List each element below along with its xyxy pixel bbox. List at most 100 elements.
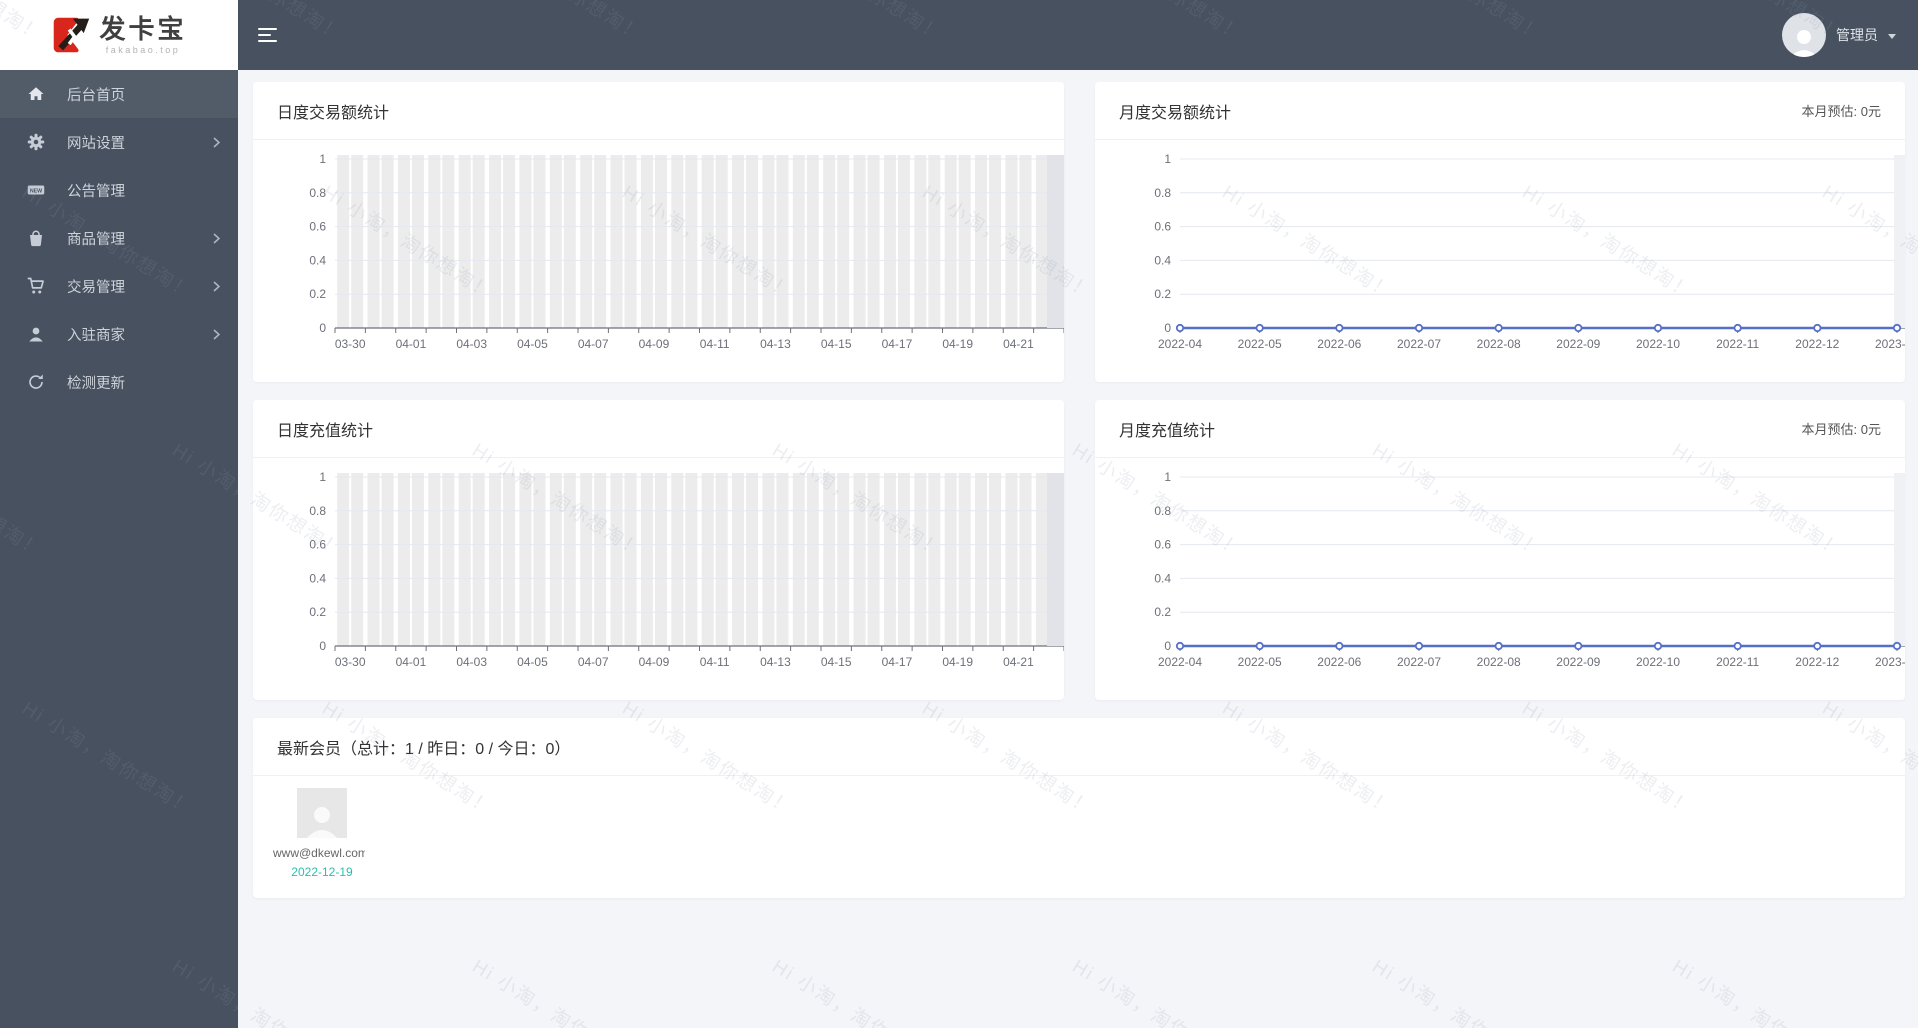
latest-members-card: 最新会员（总计：1 / 昨日：0 / 今日：0） www@dkewl.com 2… [253,718,1905,898]
daily-transaction-title: 日度交易额统计 [277,104,390,122]
sidebar-item-products[interactable]: 商品管理 [0,214,238,262]
svg-text:2022-09: 2022-09 [1556,337,1600,351]
daily-transaction-chart: 0 0.2 0.4 0.6 0.8 1 03-30 04-01 04-03 04-05 04-07 0… [309,152,1064,351]
sidebar-item-label: 后台首页 [67,87,125,104]
chevron-right-icon [213,136,220,148]
monthly-recharge-card: 月度充值统计 本月预估: 0元 0 0.2 0.4 0.6 0.8 1 2022-04 202… [1095,400,1905,700]
svg-text:2022-05: 2022-05 [1238,655,1282,669]
svg-text:0.8: 0.8 [309,186,326,200]
svg-text:1: 1 [1164,470,1171,484]
svg-text:2022-08: 2022-08 [1477,337,1521,351]
svg-text:0.2: 0.2 [309,287,326,301]
sidebar-item-announcements[interactable]: NEW 公告管理 [0,166,238,214]
svg-text:04-21: 04-21 [1003,655,1034,669]
update-icon [27,373,45,391]
svg-text:2022-12: 2022-12 [1795,655,1839,669]
logo-mark-icon [54,17,90,53]
svg-text:2022-06: 2022-06 [1317,655,1361,669]
member-avatar-icon [297,788,347,838]
daily-recharge-title: 日度充值统计 [277,422,374,440]
svg-text:2022-08: 2022-08 [1477,655,1521,669]
svg-text:04-03: 04-03 [456,337,487,351]
svg-text:2022-04: 2022-04 [1158,655,1202,669]
svg-text:2022-11: 2022-11 [1716,337,1759,351]
svg-text:0.6: 0.6 [1154,538,1171,552]
svg-text:04-19: 04-19 [942,655,973,669]
sidebar-item-site-settings[interactable]: 网站设置 [0,118,238,166]
svg-text:04-11: 04-11 [700,337,730,351]
member-register-date: 2022-12-19 [291,865,353,879]
svg-text:04-07: 04-07 [578,337,609,351]
svg-text:0.6: 0.6 [309,538,326,552]
svg-text:2022-11: 2022-11 [1716,655,1759,669]
svg-text:04-01: 04-01 [396,655,427,669]
home-icon [27,85,45,103]
svg-text:04-01: 04-01 [396,337,427,351]
svg-text:0.2: 0.2 [1154,287,1171,301]
sidebar-item-transactions[interactable]: 交易管理 [0,262,238,310]
menu-toggle-button[interactable] [258,24,280,46]
monthly-estimate-label: 本月预估: 0元 [1801,422,1881,437]
chevron-right-icon [213,328,220,340]
svg-text:04-09: 04-09 [639,655,670,669]
svg-text:0.4: 0.4 [1154,253,1171,267]
svg-text:0.8: 0.8 [1154,504,1171,518]
svg-text:0.2: 0.2 [309,605,326,619]
monthly-transaction-title: 月度交易额统计 [1119,104,1232,122]
user-name: 管理员 [1836,27,1878,43]
svg-text:2022-09: 2022-09 [1556,655,1600,669]
svg-text:2023-01: 2023-01 [1875,337,1905,351]
svg-text:04-03: 04-03 [456,655,487,669]
svg-text:0.8: 0.8 [1154,186,1171,200]
svg-text:0: 0 [319,639,326,653]
svg-text:04-09: 04-09 [639,337,670,351]
svg-text:0: 0 [1164,639,1171,653]
sidebar-item-dashboard[interactable]: 后台首页 [0,70,238,118]
svg-text:2022-05: 2022-05 [1238,337,1282,351]
chevron-right-icon [213,280,220,292]
svg-text:0.2: 0.2 [1154,605,1171,619]
svg-text:04-13: 04-13 [760,337,791,351]
user-avatar-icon [1782,13,1826,57]
sidebar-item-merchants[interactable]: 入驻商家 [0,310,238,358]
sidebar-item-label: 公告管理 [67,183,125,200]
svg-text:2022-07: 2022-07 [1397,337,1441,351]
monthly-estimate-label: 本月预估: 0元 [1801,104,1881,119]
daily-transaction-card: 日度交易额统计 0 0.2 0.4 0.6 0.8 1 03-30 04-01 04-03 04-… [253,82,1064,382]
svg-text:04-17: 04-17 [882,655,913,669]
user-menu[interactable]: 管理员 [1782,13,1896,57]
svg-text:2022-06: 2022-06 [1317,337,1361,351]
daily-recharge-card: 日度充值统计 0 0.2 0.4 0.6 0.8 1 03-30 04-01 04-03 04-0… [253,400,1064,700]
svg-text:2022-04: 2022-04 [1158,337,1202,351]
sidebar-item-label: 网站设置 [67,135,125,152]
svg-text:04-15: 04-15 [821,337,852,351]
monthly-recharge-chart: 0 0.2 0.4 0.6 0.8 1 2022-04 2022-05 2022-06 2022-… [1154,470,1905,669]
svg-text:0.6: 0.6 [1154,220,1171,234]
sidebar-item-label: 交易管理 [67,279,125,296]
logo-subtitle: fakabao.top [105,44,181,55]
svg-text:04-21: 04-21 [1003,337,1034,351]
announcement-icon: NEW [27,181,45,199]
sidebar-item-label: 商品管理 [67,231,125,248]
sidebar-item-check-update[interactable]: 检测更新 [0,358,238,406]
merchant-icon [27,325,45,343]
svg-text:2022-10: 2022-10 [1636,655,1680,669]
monthly-transaction-card: 月度交易额统计 本月预估: 0元 0 0.2 0.4 0.6 0.8 1 2022-04 20… [1095,82,1905,382]
monthly-transaction-chart: 0 0.2 0.4 0.6 0.8 1 2022-04 2022-05 2022-06 2022-… [1154,152,1905,351]
member-item[interactable]: www@dkewl.com 2022-12-19 [273,788,371,879]
logo-title: 发卡宝 [99,13,187,44]
svg-text:0: 0 [1164,321,1171,335]
gear-icon [27,133,45,151]
svg-text:04-07: 04-07 [578,655,609,669]
member-email: www@dkewl.com [273,846,365,860]
svg-text:1: 1 [319,152,326,166]
svg-text:2023-01: 2023-01 [1875,655,1905,669]
svg-text:04-15: 04-15 [821,655,852,669]
svg-text:2022-12: 2022-12 [1795,337,1839,351]
logo[interactable]: 发卡宝 fakabao.top [0,0,238,70]
daily-recharge-chart: 0 0.2 0.4 0.6 0.8 1 03-30 04-01 04-03 04-05 04-07 0… [309,470,1064,669]
monthly-recharge-title: 月度充值统计 [1119,422,1216,440]
svg-text:04-05: 04-05 [517,337,548,351]
svg-text:NEW: NEW [30,189,42,195]
bag-icon [27,229,45,247]
